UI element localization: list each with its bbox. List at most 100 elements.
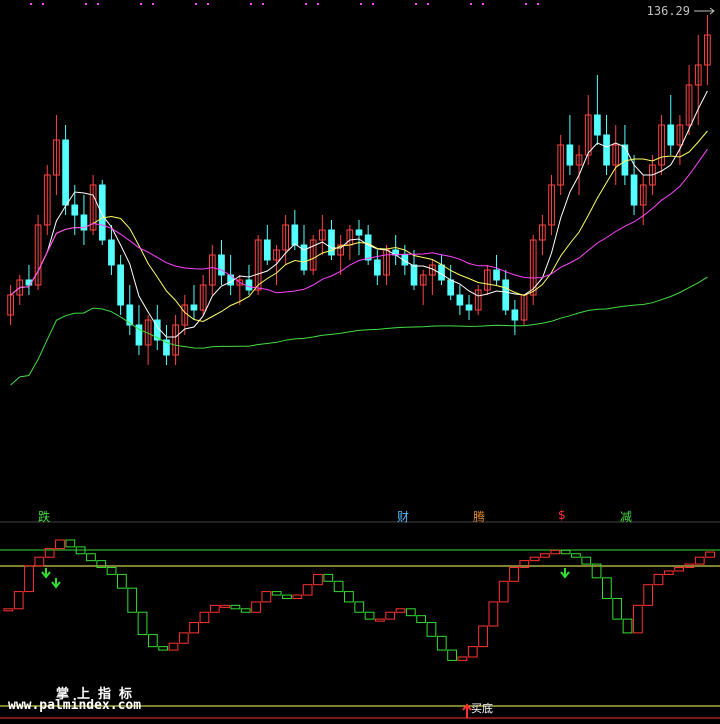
osc-bar bbox=[478, 625, 488, 648]
candle-body bbox=[218, 254, 225, 276]
osc-bar bbox=[199, 611, 210, 624]
osc-bar bbox=[13, 591, 24, 610]
candle-body bbox=[245, 279, 253, 291]
osc-bar bbox=[292, 594, 303, 599]
osc-bar bbox=[426, 622, 437, 637]
candle-body bbox=[410, 264, 418, 286]
grid-dot bbox=[537, 3, 539, 5]
ma5-line bbox=[10, 90, 708, 338]
candle-body bbox=[447, 279, 455, 296]
buy-bottom-label: 买底 bbox=[471, 702, 493, 715]
signal-marker-cai: 财 bbox=[397, 510, 410, 524]
candle-body bbox=[594, 114, 601, 136]
grid-dot bbox=[305, 3, 307, 5]
osc-bar bbox=[571, 553, 581, 558]
grid-dot bbox=[482, 3, 484, 5]
osc-bar bbox=[612, 597, 623, 620]
osc-bar bbox=[178, 632, 189, 644]
osc-bar bbox=[240, 608, 251, 613]
osc-bar bbox=[209, 604, 220, 613]
grid-dot bbox=[152, 3, 154, 5]
candle-body bbox=[667, 124, 675, 146]
osc-bar bbox=[86, 553, 96, 562]
osc-bar bbox=[323, 573, 334, 582]
candle-body bbox=[190, 304, 198, 311]
candle-body bbox=[263, 239, 271, 261]
signal-marker-die: 跌 bbox=[38, 510, 51, 524]
grid-dot bbox=[140, 3, 142, 5]
candle-body bbox=[621, 144, 629, 176]
osc-bar bbox=[261, 591, 272, 603]
candle-body bbox=[373, 259, 381, 276]
grid-dot bbox=[42, 3, 44, 5]
price-level-label: 136.29 bbox=[646, 4, 690, 18]
grid-dot bbox=[207, 3, 209, 5]
watermark-url: www.palmindex.com bbox=[8, 698, 142, 713]
candle-body bbox=[456, 294, 464, 306]
osc-bar bbox=[127, 587, 138, 613]
osc-bar bbox=[344, 591, 354, 603]
osc-bar bbox=[147, 634, 158, 648]
down-arrow-icon bbox=[51, 578, 61, 589]
grid-dot bbox=[525, 3, 527, 5]
candle-body bbox=[465, 304, 473, 311]
candle-body bbox=[62, 139, 69, 206]
osc-bar bbox=[220, 604, 230, 608]
grid-dot bbox=[30, 3, 32, 5]
candle-body bbox=[291, 224, 299, 246]
osc-bar bbox=[560, 549, 571, 555]
osc-bar bbox=[168, 642, 179, 651]
candle-body bbox=[493, 269, 500, 281]
osc-bar bbox=[447, 649, 457, 661]
grid-dot bbox=[415, 3, 417, 5]
candle-body bbox=[502, 279, 510, 311]
candle-body bbox=[98, 184, 106, 241]
osc-bar bbox=[509, 567, 519, 582]
candle-body bbox=[355, 229, 363, 236]
osc-bar bbox=[405, 608, 416, 617]
osc-bar bbox=[271, 591, 282, 596]
signal-marker-dollar: $ bbox=[558, 508, 566, 522]
ma60-line bbox=[10, 276, 708, 386]
grid-dot bbox=[85, 3, 87, 5]
osc-bar bbox=[364, 611, 375, 620]
osc-bar bbox=[251, 601, 261, 613]
osc-bar bbox=[302, 584, 313, 596]
osc-bar bbox=[550, 549, 561, 555]
grid-dot bbox=[250, 3, 252, 5]
osc-bar bbox=[705, 551, 715, 558]
osc-bar bbox=[137, 611, 148, 636]
osc-bar bbox=[354, 601, 365, 613]
candle-body bbox=[603, 134, 610, 166]
osc-bar bbox=[158, 646, 169, 651]
up-arrow-icon bbox=[462, 703, 472, 718]
grid-dot bbox=[97, 3, 99, 5]
candle-body bbox=[117, 264, 124, 306]
osc-bar bbox=[106, 567, 117, 575]
osc-bar bbox=[632, 604, 643, 634]
osc-bar bbox=[117, 573, 127, 589]
osc-bar bbox=[313, 573, 323, 586]
candlestick-chart bbox=[0, 3, 720, 719]
osc-bar bbox=[643, 584, 654, 606]
osc-bar bbox=[65, 539, 76, 548]
osc-bar bbox=[622, 618, 633, 634]
grid-dot bbox=[195, 3, 197, 5]
osc-bar bbox=[457, 656, 468, 661]
osc-bar bbox=[55, 539, 65, 550]
grid-dot bbox=[427, 3, 429, 5]
candle-body bbox=[511, 309, 519, 321]
candle-body bbox=[630, 174, 638, 206]
osc-bar bbox=[529, 556, 540, 562]
candle-body bbox=[364, 234, 372, 261]
osc-bar bbox=[395, 608, 406, 613]
osc-bar bbox=[416, 615, 427, 624]
osc-bar bbox=[653, 573, 664, 586]
osc-bar bbox=[581, 556, 592, 565]
osc-bar bbox=[540, 553, 550, 558]
osc-bar bbox=[34, 556, 45, 567]
osc-bar bbox=[674, 567, 684, 572]
grid-dot bbox=[360, 3, 362, 5]
grid-dot bbox=[470, 3, 472, 5]
osc-bar bbox=[282, 594, 292, 599]
